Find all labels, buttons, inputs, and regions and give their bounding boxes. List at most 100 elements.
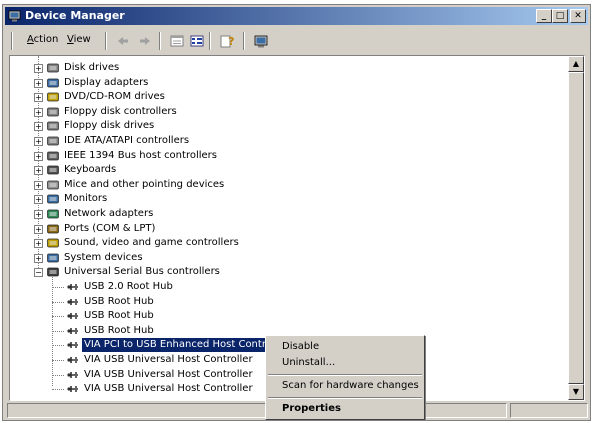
context-scan-hardware[interactable]: Scan for hardware changes bbox=[268, 378, 422, 394]
tree-category[interactable]: + Keyboards bbox=[10, 163, 550, 177]
forward-arrow-icon[interactable] bbox=[137, 33, 153, 49]
tree-category[interactable]: + Disk drives bbox=[10, 61, 550, 75]
context-disable[interactable]: Disable bbox=[268, 339, 422, 355]
tree-category[interactable]: + DVD/CD-ROM drives bbox=[10, 90, 550, 104]
cdrom-icon bbox=[47, 92, 59, 102]
menu-view[interactable]: View bbox=[67, 34, 91, 46]
window-title: Device Manager bbox=[25, 9, 125, 22]
tree-category[interactable]: + Floppy disk drives bbox=[10, 119, 550, 133]
disk-drive-icon bbox=[47, 63, 59, 73]
tree-category-label: Floppy disk controllers bbox=[64, 105, 177, 117]
expand-toggle[interactable]: + bbox=[34, 78, 43, 88]
mouse-icon bbox=[47, 180, 59, 190]
keyboard-icon bbox=[47, 165, 59, 175]
tree-category-label: Ports (COM & LPT) bbox=[64, 222, 156, 234]
list-view-icon[interactable] bbox=[189, 33, 205, 49]
properties-icon[interactable] bbox=[169, 33, 185, 49]
expand-toggle[interactable]: + bbox=[34, 93, 43, 103]
collapse-toggle[interactable]: − bbox=[34, 268, 43, 278]
usb-device-icon bbox=[67, 313, 78, 320]
tree-category[interactable]: + Mice and other pointing devices bbox=[10, 178, 550, 192]
device-manager-icon bbox=[8, 10, 21, 22]
system-device-icon bbox=[47, 253, 59, 263]
usb-device-icon bbox=[67, 284, 78, 290]
port-icon bbox=[47, 224, 59, 233]
tree-category[interactable]: + Display adapters bbox=[10, 76, 550, 90]
tree-device-label-selected: VIA PCI to USB Enhanced Host Controller bbox=[82, 338, 290, 353]
tree-category[interactable]: − Universal Serial Bus controllers bbox=[10, 265, 550, 279]
scroll-down-button[interactable]: ▼ bbox=[568, 384, 584, 400]
maximize-button[interactable]: □ bbox=[552, 9, 568, 23]
tree-category-label: DVD/CD-ROM drives bbox=[64, 91, 165, 103]
tree-device-label: VIA USB Universal Host Controller bbox=[84, 354, 253, 365]
tree-category[interactable]: + Monitors bbox=[10, 192, 550, 206]
context-uninstall[interactable]: Uninstall... bbox=[268, 355, 422, 371]
context-menu: Disable Uninstall... Scan for hardware c… bbox=[265, 335, 425, 420]
tree-category-label: Monitors bbox=[64, 193, 108, 205]
network-icon bbox=[47, 209, 59, 219]
tree-category-label: IDE ATA/ATAPI controllers bbox=[64, 135, 190, 146]
tree-category[interactable]: + Sound, video and game controllers bbox=[10, 236, 550, 250]
tree-category-label: Network adapters bbox=[64, 208, 154, 219]
title-bar[interactable]: Device Manager _ □ ✕ bbox=[5, 7, 588, 25]
back-arrow-icon[interactable] bbox=[115, 33, 131, 49]
expand-toggle[interactable]: + bbox=[34, 195, 43, 205]
close-button[interactable]: ✕ bbox=[570, 9, 586, 23]
tree-device-label: USB Root Hub bbox=[84, 310, 154, 322]
tree-category[interactable]: + Network adapters bbox=[10, 207, 550, 221]
ide-controller-icon bbox=[47, 136, 59, 146]
monitor-icon bbox=[47, 78, 59, 87]
usb-icon bbox=[47, 268, 59, 277]
status-pane-main bbox=[7, 403, 507, 418]
tree-category[interactable]: + System devices bbox=[10, 251, 550, 265]
usb-device-icon bbox=[67, 342, 78, 349]
expand-toggle[interactable]: + bbox=[34, 122, 43, 132]
floppy-controller-icon bbox=[47, 107, 59, 117]
status-pane-secondary bbox=[510, 403, 588, 418]
tree-category[interactable]: + IDE ATA/ATAPI controllers bbox=[10, 134, 550, 148]
context-properties[interactable]: Properties bbox=[268, 401, 422, 417]
scroll-thumb[interactable] bbox=[568, 72, 584, 384]
context-separator bbox=[268, 397, 422, 399]
tree-category-label: System devices bbox=[64, 251, 143, 263]
expand-toggle[interactable]: + bbox=[34, 224, 43, 234]
expand-toggle[interactable]: + bbox=[34, 166, 43, 176]
toolbar-separator bbox=[105, 32, 107, 50]
minimize-button[interactable]: _ bbox=[536, 9, 552, 23]
expand-toggle[interactable]: + bbox=[34, 107, 43, 117]
tree-category-label: Sound, video and game controllers bbox=[64, 237, 239, 249]
tree-category-label: Floppy disk drives bbox=[64, 120, 155, 132]
menu-action[interactable]: Action bbox=[27, 34, 58, 46]
context-separator bbox=[268, 374, 422, 376]
tree-category-label: Universal Serial Bus controllers bbox=[64, 266, 220, 278]
tree-device[interactable]: USB Root Hub bbox=[10, 295, 550, 309]
tree-device[interactable]: USB 2.0 Root Hub bbox=[10, 280, 550, 294]
toolbar-separator bbox=[243, 32, 245, 50]
expand-toggle[interactable]: + bbox=[34, 137, 43, 146]
usb-device-icon bbox=[67, 371, 78, 378]
expand-toggle[interactable]: + bbox=[34, 151, 43, 161]
expand-toggle[interactable]: + bbox=[34, 239, 43, 249]
tree-device-label: USB 2.0 Root Hub bbox=[84, 281, 173, 292]
tree-device[interactable]: USB Root Hub bbox=[10, 309, 550, 323]
tree-device-label: VIA USB Universal Host Controller bbox=[84, 383, 253, 395]
usb-device-icon bbox=[67, 386, 78, 393]
help-icon[interactable]: ? bbox=[219, 33, 235, 49]
monitor-icon bbox=[47, 195, 59, 204]
vertical-scrollbar[interactable]: ▲ ▼ bbox=[568, 56, 584, 400]
expand-toggle[interactable]: + bbox=[34, 64, 43, 73]
tree-category-label: Mice and other pointing devices bbox=[64, 178, 225, 190]
expand-toggle[interactable]: + bbox=[34, 253, 43, 263]
scan-hardware-icon[interactable] bbox=[253, 33, 269, 49]
tree-category[interactable]: + Ports (COM & LPT) bbox=[10, 222, 550, 236]
floppy-drive-icon bbox=[47, 122, 59, 131]
tree-category-label: Disk drives bbox=[64, 62, 120, 73]
expand-toggle[interactable]: + bbox=[34, 210, 43, 219]
tree-device-label: USB Root Hub bbox=[84, 295, 154, 307]
tree-category[interactable]: + IEEE 1394 Bus host controllers bbox=[10, 149, 550, 163]
expand-toggle[interactable]: + bbox=[34, 180, 43, 190]
toolbar: Action View ? bbox=[7, 29, 586, 53]
usb-device-icon bbox=[67, 327, 78, 334]
scroll-up-button[interactable]: ▲ bbox=[568, 56, 584, 72]
tree-category[interactable]: + Floppy disk controllers bbox=[10, 105, 550, 119]
